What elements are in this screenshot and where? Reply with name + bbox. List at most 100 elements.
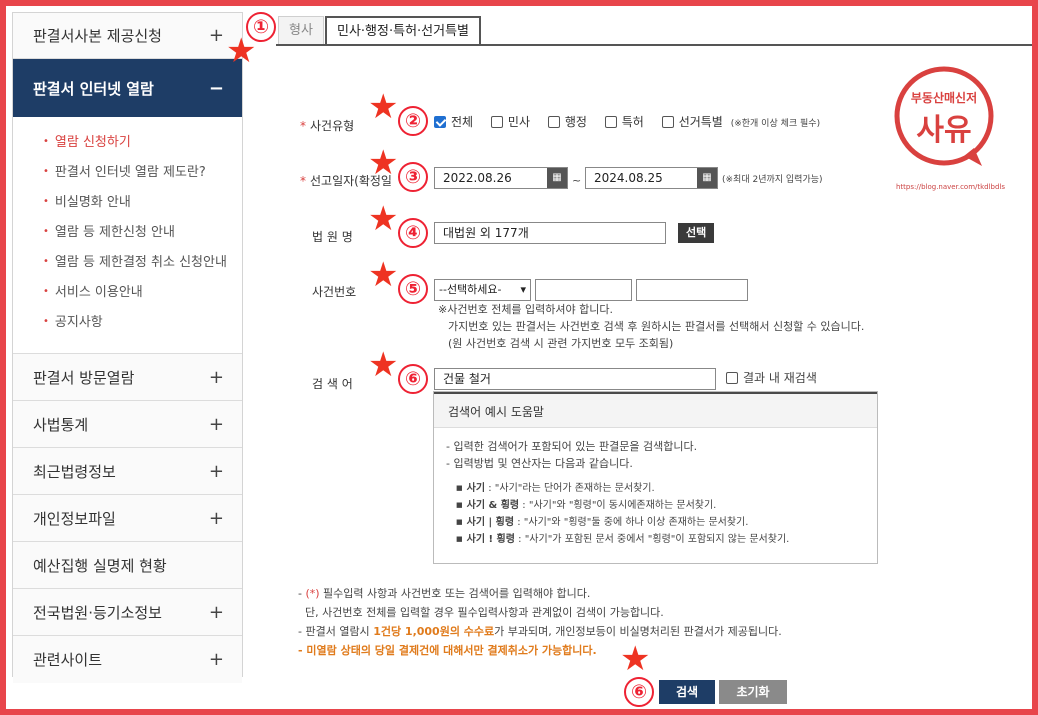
- reset-button[interactable]: 초기화: [719, 680, 787, 704]
- blog-logo: 부동산매신저 사유: [894, 66, 994, 166]
- option-label: 특허: [621, 115, 644, 129]
- sidebar-item-label: 전국법원·등기소정보: [33, 603, 162, 622]
- sidebar-item-label: 사법통계: [33, 415, 89, 434]
- annotation-number: ⑥: [398, 364, 428, 394]
- case-no-label: 사건번호: [312, 285, 357, 299]
- sidebar-item-label: 관련사이트: [33, 651, 103, 669]
- chevron-down-icon: ▾: [520, 283, 526, 296]
- re-search-label: 결과 내 재검색: [743, 371, 817, 385]
- case-number-input[interactable]: [636, 279, 748, 301]
- help-body: - 입력한 검색어가 포함되어 있는 판결문을 검색합니다. - 입력방법 및 …: [434, 428, 877, 558]
- required-mark: *: [300, 174, 306, 188]
- example-desc: : "사기"와 "횡령"둘 중에 하나 이상 존재하는 문서찾기.: [517, 517, 749, 528]
- sidebar-item-label: 판결서사본 제공신청: [33, 27, 162, 45]
- submenu-item-service-guide[interactable]: 서비스 이용안내: [43, 277, 242, 307]
- tab-criminal[interactable]: 형사: [278, 16, 324, 46]
- submenu-item-restrict[interactable]: 열람 등 제한신청 안내: [43, 217, 242, 247]
- option-all[interactable]: 전체: [434, 115, 473, 129]
- sidebar-item-label: 예산집행 실명제 현황: [33, 556, 167, 575]
- keyword-input[interactable]: 건물 철거: [434, 368, 716, 390]
- plus-icon: +: [208, 507, 224, 529]
- annotation-number: ③: [398, 162, 428, 192]
- keyword-label: 검 색 어: [312, 377, 353, 391]
- help-line: - 입력방법 및 연산자는 다음과 같습니다.: [446, 457, 633, 470]
- checkbox-icon[interactable]: [661, 116, 674, 128]
- sidebar: 판결서사본 제공신청 + 판결서 인터넷 열람 − 열람 신청하기 판결서 인터…: [12, 12, 243, 683]
- example-term: 사기 | 횡령: [466, 517, 515, 528]
- annotation-number: ⑥: [624, 677, 654, 707]
- sidebar-item-recent-laws[interactable]: 최근법령정보 +: [13, 448, 242, 495]
- checkbox-icon[interactable]: [547, 116, 560, 128]
- sidebar-item-courts[interactable]: 전국법원·등기소정보 +: [13, 589, 242, 636]
- star-icon: ★: [368, 255, 399, 295]
- checkbox-checked-icon[interactable]: [434, 116, 446, 128]
- minus-icon: −: [208, 77, 224, 99]
- option-patent[interactable]: 특허: [604, 115, 644, 129]
- option-label: 민사: [507, 115, 531, 129]
- submenu-item-anonymize[interactable]: 비실명화 안내: [43, 187, 242, 217]
- sidebar-item-label: 개인정보파일: [33, 509, 116, 528]
- footer-line-2: 단, 사건번호 전체를 입력할 경우 필수입력사항과 관계없이 검색이 가능합니…: [298, 606, 664, 619]
- example-desc: : "사기"와 "횡령"이 동시에존재하는 문서찾기.: [522, 500, 717, 511]
- tab-civil[interactable]: 민사·행정·특허·선거특별: [325, 16, 481, 46]
- sidebar-item-budget[interactable]: 예산집행 실명제 현황: [13, 542, 242, 589]
- re-search-option[interactable]: 결과 내 재검색: [726, 370, 817, 387]
- search-button[interactable]: 검색: [659, 680, 715, 704]
- court-input[interactable]: 대법원 외 177개: [434, 222, 666, 244]
- example-term: 사기 ! 횡령: [466, 534, 515, 545]
- submenu-item-about[interactable]: 판결서 인터넷 열람 제도란?: [43, 157, 242, 187]
- footer-line-3: - 판결서 열람시 1건당 1,000원의 수수료가 부과되며, 개인정보등이 …: [298, 622, 782, 641]
- case-year-select[interactable]: --선택하세요- ▾: [434, 279, 531, 301]
- case-code-input[interactable]: [535, 279, 632, 301]
- help-line: - 입력한 검색어가 포함되어 있는 판결문을 검색합니다.: [446, 440, 698, 453]
- option-civil[interactable]: 민사: [490, 115, 531, 129]
- footer-text: - 판결서 열람시: [298, 625, 374, 638]
- submenu-item-apply[interactable]: 열람 신청하기: [43, 127, 242, 157]
- logo-main-text: 사유: [916, 113, 971, 148]
- plus-icon: +: [208, 460, 224, 482]
- option-admin[interactable]: 행정: [547, 115, 587, 129]
- star-icon: ★: [368, 199, 399, 239]
- footer-text: 가 부과되며, 개인정보등이 비실명처리된 판결서가 제공됩니다.: [494, 625, 782, 638]
- tab-underline: [276, 44, 1032, 46]
- plus-icon: +: [208, 413, 224, 435]
- sidebar-item-related-sites[interactable]: 관련사이트 +: [13, 636, 242, 683]
- star-icon: ★: [368, 143, 399, 183]
- help-example: 사기 ! 횡령 : "사기"가 포함된 문서 중에서 "횡령"이 포함되지 않는…: [456, 531, 865, 548]
- checkbox-icon[interactable]: [604, 116, 617, 128]
- sidebar-item-privacy-file[interactable]: 개인정보파일 +: [13, 495, 242, 542]
- sidebar-item-internet-view[interactable]: 판결서 인터넷 열람 −: [13, 59, 242, 117]
- court-label: 법 원 명: [312, 230, 353, 244]
- keyword-help-box: 검색어 예시 도움말 - 입력한 검색어가 포함되어 있는 판결문을 검색합니다…: [433, 391, 878, 564]
- sidebar-item-visit-view[interactable]: 판결서 방문열람 +: [13, 354, 242, 401]
- sidebar-item-label: 판결서 방문열람: [33, 368, 135, 387]
- help-example: 사기 | 횡령 : "사기"와 "횡령"둘 중에 하나 이상 존재하는 문서찾기…: [456, 514, 865, 531]
- sidebar-item-copy-request[interactable]: 판결서사본 제공신청 +: [13, 13, 242, 59]
- court-select-button[interactable]: 선택: [678, 223, 715, 243]
- checkbox-icon[interactable]: [490, 116, 503, 128]
- star-icon: ★: [620, 639, 651, 679]
- option-election[interactable]: 선거특별: [661, 115, 723, 129]
- annotation-number: ④: [398, 218, 428, 248]
- case-type-label: * 사건유형: [300, 117, 354, 134]
- sidebar-item-statistics[interactable]: 사법통계 +: [13, 401, 242, 448]
- plus-icon: +: [208, 25, 224, 46]
- star-icon: ★: [368, 345, 399, 385]
- calendar-icon[interactable]: ▦: [697, 168, 717, 188]
- option-label: 행정: [564, 115, 587, 129]
- calendar-icon[interactable]: ▦: [547, 168, 567, 188]
- example-desc: : "사기"가 포함된 문서 중에서 "횡령"이 포함되지 않는 문서찾기.: [518, 534, 790, 545]
- footer-notes: - (*) 필수입력 사항과 사건번호 또는 검색어를 입력해야 합니다. 단,…: [298, 584, 782, 660]
- logo-url: https://blog.naver.com/tkdlbdls: [896, 183, 1006, 191]
- case-no-note: 가지번호 있는 판결서는 사건번호 검색 후 원하시는 판결서를 선택해서 신청…: [448, 320, 865, 333]
- footer-text: 필수입력 사항과 사건번호 또는 검색어를 입력해야 합니다.: [319, 587, 591, 600]
- logo-top-text: 부동산매신저: [911, 90, 977, 105]
- submenu-item-cancel-restrict[interactable]: 열람 등 제한결정 취소 신청안내: [43, 247, 242, 277]
- footer-line-4: - 미열람 상태의 당일 결제건에 대해서만 결제취소가 가능합니다.: [298, 644, 597, 657]
- required-mark: *: [300, 119, 306, 133]
- submenu-item-notice[interactable]: 공지사항: [43, 307, 242, 337]
- checkbox-icon[interactable]: [726, 372, 738, 384]
- annotation-number: ②: [398, 106, 428, 136]
- required-mark: (*): [305, 587, 320, 600]
- case-type-label-text: 사건유형: [310, 119, 355, 133]
